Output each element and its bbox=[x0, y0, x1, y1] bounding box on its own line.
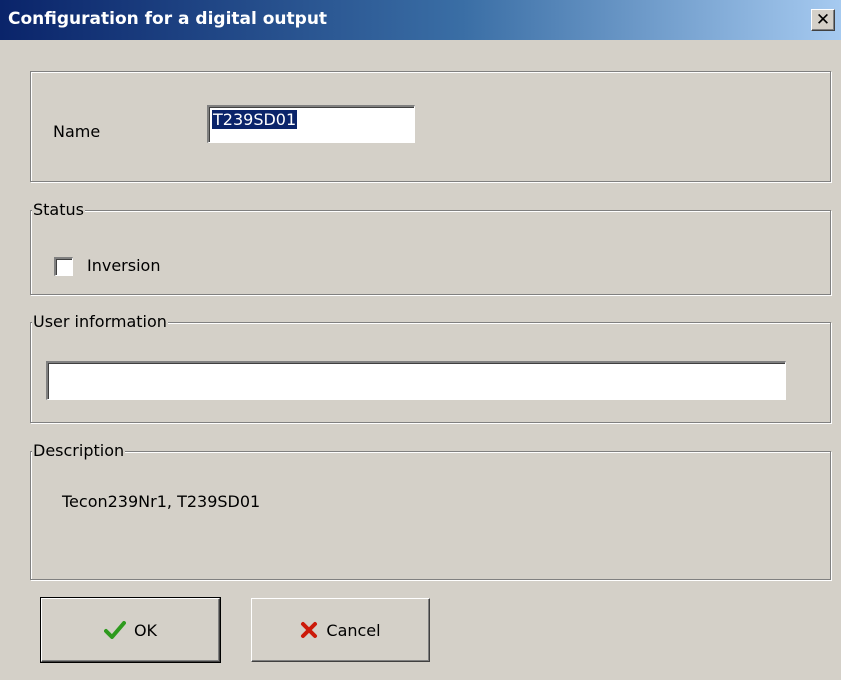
ok-button-label: OK bbox=[133, 620, 158, 640]
ok-button[interactable]: OK bbox=[40, 597, 221, 663]
description-group: Description Tecon239Nr1, T239SD01 bbox=[30, 441, 831, 580]
name-input-value: T239SD01 bbox=[212, 110, 298, 129]
dialog-window: Configuration for a digital output ✕ Nam… bbox=[0, 0, 841, 680]
user-information-group: User information bbox=[30, 312, 831, 423]
close-button[interactable]: ✕ bbox=[811, 9, 835, 31]
inversion-label[interactable]: Inversion bbox=[87, 256, 160, 275]
status-group: Status Inversion bbox=[30, 200, 831, 295]
cancel-button[interactable]: Cancel bbox=[251, 598, 430, 662]
description-text: Tecon239Nr1, T239SD01 bbox=[62, 492, 261, 511]
status-legend: Status bbox=[32, 200, 85, 220]
cancel-button-label: Cancel bbox=[326, 620, 381, 640]
name-label: Name bbox=[53, 122, 101, 141]
checkmark-icon bbox=[103, 621, 126, 639]
user-information-input[interactable] bbox=[46, 361, 786, 400]
close-icon: ✕ bbox=[815, 9, 831, 30]
window-title: Configuration for a digital output bbox=[8, 9, 328, 29]
inversion-checkbox[interactable] bbox=[54, 257, 73, 276]
title-bar[interactable]: Configuration for a digital output ✕ bbox=[0, 0, 841, 40]
name-group: Name T239SD01 bbox=[30, 71, 831, 182]
name-input[interactable]: T239SD01 bbox=[207, 105, 415, 143]
x-mark-icon bbox=[300, 621, 318, 639]
user-information-legend: User information bbox=[32, 312, 168, 332]
description-legend: Description bbox=[32, 441, 126, 461]
